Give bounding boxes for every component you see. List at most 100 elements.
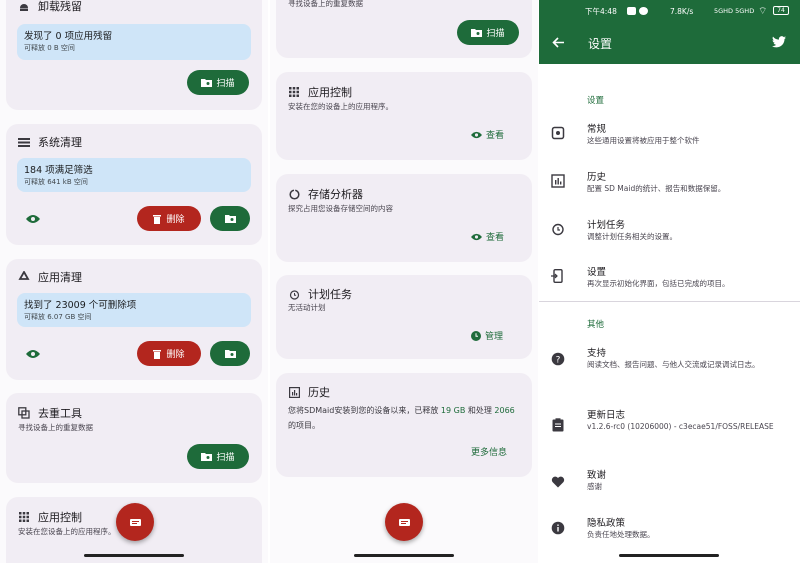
- settings-item-setup[interactable]: 设置 再次显示初始化界面，包括已完成的项目。: [539, 256, 800, 300]
- card-title: 应用清理: [38, 271, 82, 284]
- result-info-box[interactable]: 找到了 23009 个可删除项 可释放 6.07 GB 空间: [17, 293, 251, 327]
- battery-icon: 74: [773, 6, 789, 15]
- gesture-bar[interactable]: [354, 554, 454, 557]
- scan-button[interactable]: 扫描: [187, 70, 249, 95]
- settings-item-title: 设置: [587, 267, 607, 278]
- view-details-button[interactable]: [210, 341, 250, 366]
- card-description: 无活动计划: [288, 303, 326, 312]
- card-title: 去重工具: [38, 407, 82, 420]
- notification-icon: [627, 7, 636, 15]
- freeable-space: 可释放 0 B 空间: [24, 44, 75, 52]
- scheduler-card: 计划任务 无活动计划 管理: [276, 275, 532, 359]
- card-description: 寻找设备上的重复数据: [288, 0, 363, 8]
- view-button[interactable]: 查看: [471, 128, 504, 141]
- settings-item-subtitle: 这些通用设置将被应用于整个软件: [587, 136, 700, 145]
- freeable-space: 可释放 6.07 GB 空间: [24, 313, 92, 321]
- eye-icon[interactable]: [26, 349, 40, 359]
- history-card: 历史 您将SDMaid安装到您的设备以来，已释放 19 GB 和处理 2066 …: [276, 373, 532, 477]
- scan-button[interactable]: 扫描: [187, 444, 249, 469]
- system-cleaner-card: 系统清理 184 项满足筛选 可释放 641 kB 空间 删除: [6, 124, 262, 245]
- app-notification-icon: [639, 7, 648, 15]
- list-icon: [18, 136, 30, 148]
- freeable-space: 可释放 641 kB 空间: [24, 178, 88, 186]
- alarm-icon: [552, 223, 564, 236]
- result-info-box[interactable]: 184 项满足筛选 可释放 641 kB 空间: [17, 158, 251, 192]
- card-title-row: 历史: [288, 384, 330, 400]
- card-title-row: 存储分析器: [288, 186, 363, 202]
- card-title: 应用控制: [308, 86, 352, 99]
- settings-item-title: 历史: [587, 172, 607, 183]
- settings-item-title: 更新日志: [587, 410, 626, 421]
- scan-label: 扫描: [216, 453, 235, 463]
- eye-icon: [471, 131, 482, 138]
- more-info-button[interactable]: 更多信息: [471, 445, 507, 458]
- settings-item-title: 支持: [587, 348, 607, 359]
- settings-item-subtitle: v1.2.6-rc0 (10206000) - c3ecae51/FOSS/RE…: [587, 422, 774, 431]
- app-control-card: 应用控制 安装在您的设备上的应用程序。 查看: [276, 72, 532, 160]
- history-text-post: 的项目。: [288, 421, 320, 430]
- settings-item-support[interactable]: ? 支持 阅读文档、报告问题、与他人交流或记录调试日志。: [539, 336, 800, 390]
- eye-icon[interactable]: [26, 214, 40, 224]
- phone-setup-icon: [551, 269, 563, 283]
- gesture-bar[interactable]: [84, 554, 184, 557]
- settings-item-changelog[interactable]: 更新日志 v1.2.6-rc0 (10206000) - c3ecae51/FO…: [539, 398, 800, 454]
- card-title: 历史: [308, 386, 330, 399]
- result-count: 找到了 23009 个可删除项: [24, 300, 137, 311]
- card-title-row: 应用清理: [18, 269, 82, 285]
- clean-all-fab[interactable]: [116, 503, 154, 541]
- more-info-label: 更多信息: [471, 448, 508, 458]
- scan-label: 扫描: [216, 79, 235, 89]
- info-icon: [551, 521, 565, 535]
- settings-item-title: 计划任务: [587, 220, 626, 231]
- card-title: 应用控制: [38, 511, 82, 524]
- svg-text:?: ?: [556, 355, 561, 365]
- duplicate-icon: [18, 407, 30, 419]
- uninstall-residue-card: 卸载残留 发现了 0 项应用残留 可释放 0 B 空间 扫描: [6, 0, 262, 110]
- deduplicator-card: 去重工具 寻找设备上的重复数据 扫描: [6, 393, 262, 483]
- chart-box-icon: [288, 386, 300, 398]
- section-divider: [539, 301, 800, 302]
- settings-item-privacy[interactable]: 隐私政策 负责任地处理数据。: [539, 510, 800, 550]
- card-title: 卸载残留: [38, 0, 82, 13]
- app-cleaner-card: 应用清理 找到了 23009 个可删除项 可释放 6.07 GB 空间 删除: [6, 259, 262, 380]
- deduplicator-card: 寻找设备上的重复数据 扫描: [276, 0, 532, 58]
- card-title: 计划任务: [308, 288, 352, 301]
- settings-item-general[interactable]: 常规 这些通用设置将被应用于整个软件: [539, 112, 800, 160]
- scan-button[interactable]: 扫描: [457, 20, 519, 45]
- delete-label: 删除: [166, 215, 185, 225]
- folder-search-icon: [201, 79, 213, 87]
- manage-button[interactable]: 管理: [471, 329, 503, 342]
- settings-item-scheduler[interactable]: 计划任务 调整计划任务相关的设置。: [539, 208, 800, 256]
- broom-icon: [398, 518, 410, 526]
- back-arrow-icon[interactable]: [552, 37, 564, 48]
- clipboard-icon: [552, 418, 564, 432]
- settings-item-history[interactable]: 历史 配置 SD Maid的统计、报告和数据保留。: [539, 160, 800, 208]
- settings-item-subtitle: 再次显示初始化界面，包括已完成的项目。: [587, 279, 730, 288]
- twitter-icon[interactable]: [772, 36, 786, 48]
- settings-item-thanks[interactable]: 致谢 感谢: [539, 462, 800, 502]
- pie-chart-icon: [288, 188, 300, 200]
- folder-search-icon: [471, 29, 483, 37]
- result-count: 184 项满足筛选: [24, 165, 93, 176]
- view-button[interactable]: 查看: [471, 230, 504, 243]
- card-title-row: 计划任务: [288, 286, 352, 302]
- freed-amount: 19 GB: [440, 406, 466, 415]
- page-title: 设置: [588, 37, 613, 51]
- heart-icon: [551, 476, 565, 488]
- card-title-row: 系统清理: [18, 134, 82, 150]
- section-header-settings: 设置: [587, 96, 605, 106]
- delete-button[interactable]: 删除: [137, 341, 201, 366]
- gesture-bar[interactable]: [619, 554, 719, 557]
- card-description: 安装在您设备上的应用程序。: [18, 527, 116, 536]
- clean-all-fab[interactable]: [385, 503, 423, 541]
- folder-search-icon: [201, 453, 213, 461]
- section-header-other: 其他: [587, 320, 605, 330]
- view-details-button[interactable]: [210, 206, 250, 231]
- delete-label: 删除: [166, 350, 185, 360]
- settings-panel: 下午4:48 7.8K/s 5GHD 5GHD ⌔ 74 设置 设置 常规 这些…: [539, 0, 800, 563]
- card-title-row: 应用控制: [18, 509, 82, 525]
- delete-button[interactable]: 删除: [137, 206, 201, 231]
- history-text-pre: 您将SDMaid安装到您的设备以来，已释放: [288, 406, 439, 415]
- card-description: 探究占用您设备存储空间的内容: [288, 204, 393, 213]
- settings-item-subtitle: 配置 SD Maid的统计、报告和数据保留。: [587, 184, 726, 193]
